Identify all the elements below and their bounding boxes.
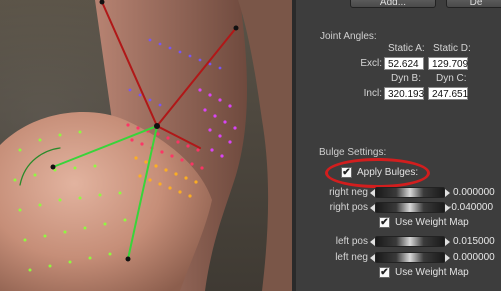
static-d-label: Static D: [433, 43, 471, 54]
right-pos-label: right pos [329, 202, 368, 213]
excl-label: Excl: [360, 58, 382, 69]
left-neg-value: 0.000000 [453, 252, 495, 263]
slider-right-arrow-icon[interactable] [445, 189, 450, 197]
leg-mesh [238, 0, 292, 291]
right-neg-slider[interactable] [370, 187, 450, 198]
left-pos-slider[interactable] [370, 236, 450, 247]
joint-center [154, 123, 160, 129]
add-button[interactable]: Add... [350, 0, 436, 8]
toolbar-right-button[interactable]: De [446, 0, 501, 8]
use-weight-map-checkbox-2[interactable]: ✔ [379, 267, 390, 278]
slider-right-arrow-icon[interactable] [445, 254, 450, 262]
3d-viewport[interactable] [0, 0, 292, 291]
app-frame: Add... De Joint Angles: Static A: Static… [0, 0, 501, 291]
highlight-annotation [325, 158, 430, 188]
right-neg-label: right neg [329, 187, 368, 198]
left-neg-slider[interactable] [370, 252, 450, 263]
joint-editor-panel: Add... De Joint Angles: Static A: Static… [292, 0, 501, 291]
slider-left-arrow-icon[interactable] [370, 204, 375, 212]
dyn-b-label: Dyn B: [391, 73, 422, 84]
static-a-field[interactable]: 52.624 [384, 57, 424, 70]
right-pos-value: -0.040000 [448, 202, 494, 213]
dyn-b-field[interactable]: 320.193 [384, 87, 424, 100]
slider-left-arrow-icon[interactable] [370, 238, 375, 246]
use-weight-map-label-1: Use Weight Map [395, 217, 469, 228]
use-weight-map-label-2: Use Weight Map [395, 267, 469, 278]
left-neg-label: left neg [335, 252, 368, 263]
joint-end-b [233, 25, 239, 31]
bulge-settings-title: Bulge Settings: [319, 147, 387, 158]
joint-angles-title: Joint Angles: [320, 31, 377, 42]
static-a-label: Static A: [388, 43, 425, 54]
slider-left-arrow-icon[interactable] [370, 254, 375, 262]
right-neg-value: 0.000000 [453, 187, 495, 198]
use-weight-map-checkbox-1[interactable]: ✔ [379, 217, 390, 228]
left-pos-value: 0.015000 [453, 236, 495, 247]
viewport-scene [0, 0, 292, 291]
slider-right-arrow-icon[interactable] [445, 238, 450, 246]
right-pos-slider[interactable] [370, 202, 450, 213]
dyn-c-label: Dyn C: [436, 73, 467, 84]
dyn-c-field[interactable]: 247.651 [428, 87, 468, 100]
joint-end-c [50, 164, 56, 170]
static-d-field[interactable]: 129.709 [428, 57, 468, 70]
incl-label: Incl: [363, 88, 382, 99]
left-pos-label: left pos [335, 236, 368, 247]
joint-end-d [125, 256, 131, 262]
panel-content: Add... De Joint Angles: Static A: Static… [306, 0, 501, 291]
slider-left-arrow-icon[interactable] [370, 189, 375, 197]
